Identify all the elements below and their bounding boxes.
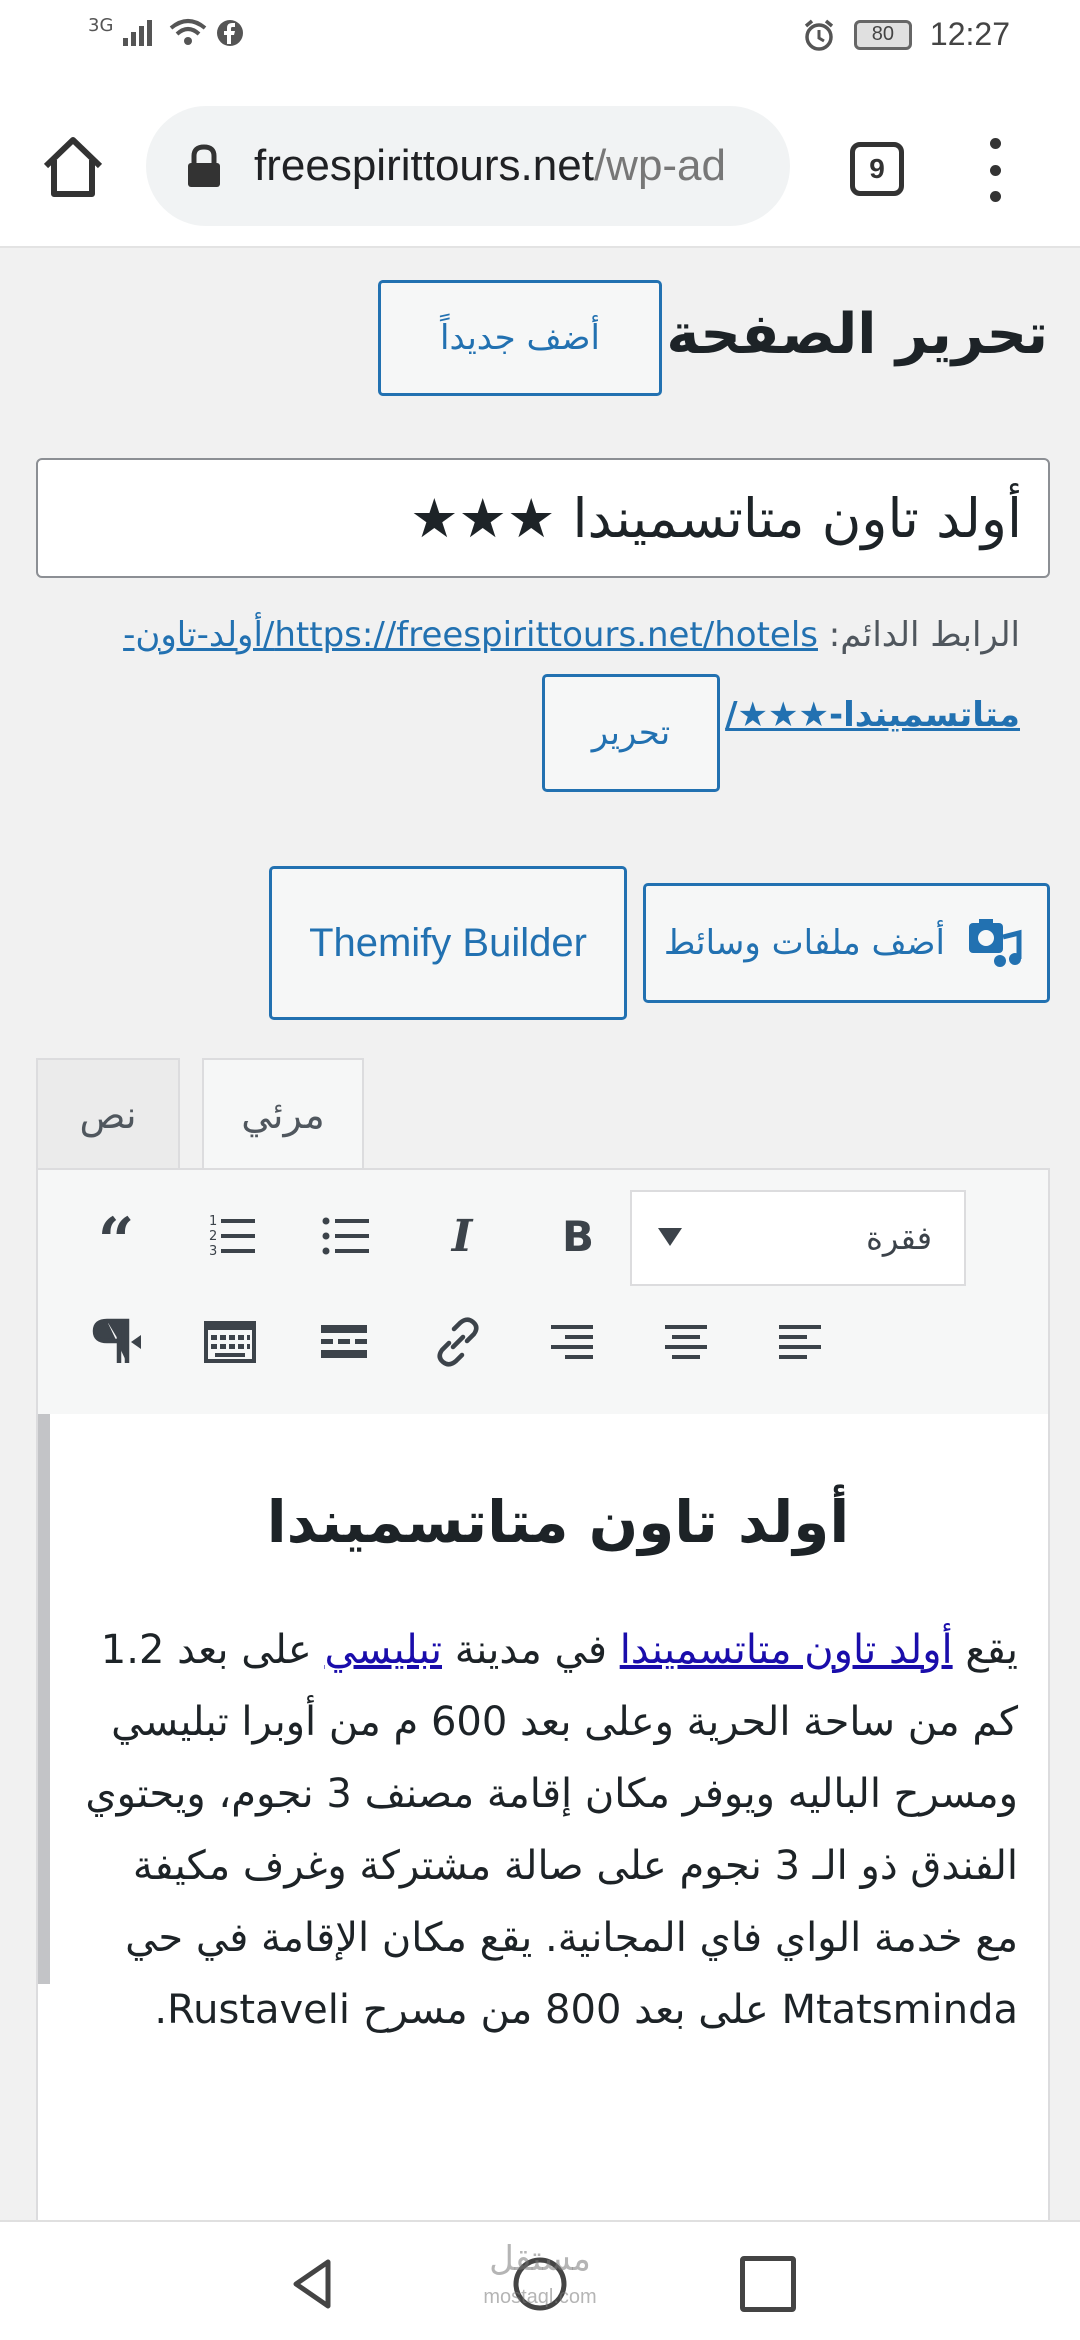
status-right: 80 12:27 [802,16,1010,53]
svg-text:2: 2 [209,1229,217,1244]
page-title: تحرير الصفحة [666,302,1048,367]
svg-text:I: I [450,1211,474,1262]
add-new-button[interactable]: أضف جديداً [378,280,662,396]
editor-content-area[interactable]: أولد تاون متاتسميندا يقع أولد تاون متاتس… [36,1414,1050,2224]
align-center-button[interactable] [654,1310,718,1374]
add-media-label: أضف ملفات وسائط [663,923,945,963]
facebook-icon [217,20,244,46]
editor-toolbar: فقرة B I 123 “ [36,1168,1050,1416]
align-right-button[interactable] [540,1310,604,1374]
content-paragraph: يقع أولد تاون متاتسميندا في مدينة تبليسي… [78,1614,1018,2046]
permalink-row-2: متاتسميندا-★★★/ [720,690,1020,740]
city-link[interactable]: تبليسي [324,1627,442,1673]
address-bar[interactable]: freespirittours.net/wp-ad [146,106,790,226]
tab-text[interactable]: نص [36,1058,180,1170]
para-text-rest: على بعد 1.2 كم من ساحة الحرية وعلى بعد 6… [85,1627,1018,2033]
hotel-link[interactable]: أولد تاون متاتسميندا [620,1627,953,1673]
media-icon [969,919,1022,967]
browser-menu-button[interactable] [980,138,1010,202]
svg-text:3: 3 [209,1244,217,1259]
para-text-mid: في مدينة [442,1627,620,1673]
toolbar-toggle-button[interactable] [198,1310,262,1374]
watermark-latin: mostaql.com [483,2286,597,2308]
tab-switcher-button[interactable]: 9 [850,142,904,196]
numbered-list-button[interactable]: 123 [200,1204,264,1268]
watermark-logo: مستقل mostaql.com [470,2240,610,2316]
themify-builder-button[interactable]: Themify Builder [269,866,627,1020]
permalink-link[interactable]: https://freespirittours.net/hotels/أولد-… [123,615,818,655]
bullet-list-icon [322,1217,369,1255]
bold-icon: B [562,1212,594,1261]
keyboard-icon [204,1321,256,1363]
tab-visual[interactable]: مرئي [202,1058,364,1170]
home-button[interactable] [38,132,108,202]
read-more-icon [321,1325,367,1358]
permalink-label: الرابط الدائم: [828,615,1020,655]
blockquote-button[interactable]: “ [84,1204,148,1268]
paragraph-rtl-icon [92,1318,141,1363]
home-icon [43,137,103,197]
watermark-arabic: مستقل [489,2239,591,2279]
url-path: /wp-ad [593,141,727,190]
edit-permalink-button[interactable]: تحرير [542,674,720,792]
post-title-input[interactable]: أولد تاون متاتسميندا ★★★ [36,458,1050,578]
network-type: 3G [88,14,114,36]
read-more-button[interactable] [312,1310,376,1374]
permalink-link-cont[interactable]: متاتسميندا-★★★/ [725,695,1020,735]
bold-button[interactable]: B [546,1204,610,1268]
format-select-value: فقرة [866,1219,932,1257]
italic-icon: I [450,1211,474,1262]
content-heading: أولد تاون متاتسميندا [266,1488,850,1556]
browser-toolbar: freespirittours.net/wp-ad 9 [0,80,1080,248]
align-left-button[interactable] [768,1310,832,1374]
menu-dot [989,191,1001,202]
align-right-icon [551,1325,593,1359]
align-left-icon [779,1325,821,1359]
recent-apps-icon[interactable] [740,2256,796,2312]
menu-dot [989,138,1001,149]
menu-dot [989,164,1001,176]
lock-icon [188,144,220,187]
battery-indicator: 80 [853,19,912,50]
alarm-icon [804,19,834,51]
svg-text:“: “ [98,1207,135,1265]
rtl-direction-button[interactable] [84,1310,148,1374]
align-center-icon [665,1325,707,1359]
para-text-start: يقع [952,1627,1018,1673]
svg-text:B: B [562,1212,594,1261]
numbered-list-icon: 123 [209,1214,255,1259]
status-left: 3G [88,14,245,48]
quote-icon: “ [98,1207,135,1265]
url-domain: freespirittours.net [254,141,594,190]
editor-gutter [38,1414,50,1984]
signal-icon [123,20,153,46]
link-icon [437,1317,479,1367]
clock: 12:27 [929,16,1010,52]
back-icon[interactable] [284,2254,344,2314]
format-select[interactable]: فقرة [630,1190,966,1286]
bullet-list-button[interactable] [314,1204,378,1268]
add-media-button[interactable]: أضف ملفات وسائط [643,883,1050,1003]
italic-button[interactable]: I [430,1204,494,1268]
insert-link-button[interactable] [426,1310,490,1374]
wifi-icon [170,19,207,45]
status-bar: 3G 80 12:27 [0,0,1080,80]
chevron-down-icon [658,1228,682,1246]
url-text: freespirittours.net/wp-ad [254,141,726,191]
system-nav-bar: مستقل mostaql.com [0,2220,1080,2340]
permalink-row: الرابط الدائم: https://freespirittours.n… [80,610,1020,660]
svg-text:1: 1 [209,1214,217,1229]
